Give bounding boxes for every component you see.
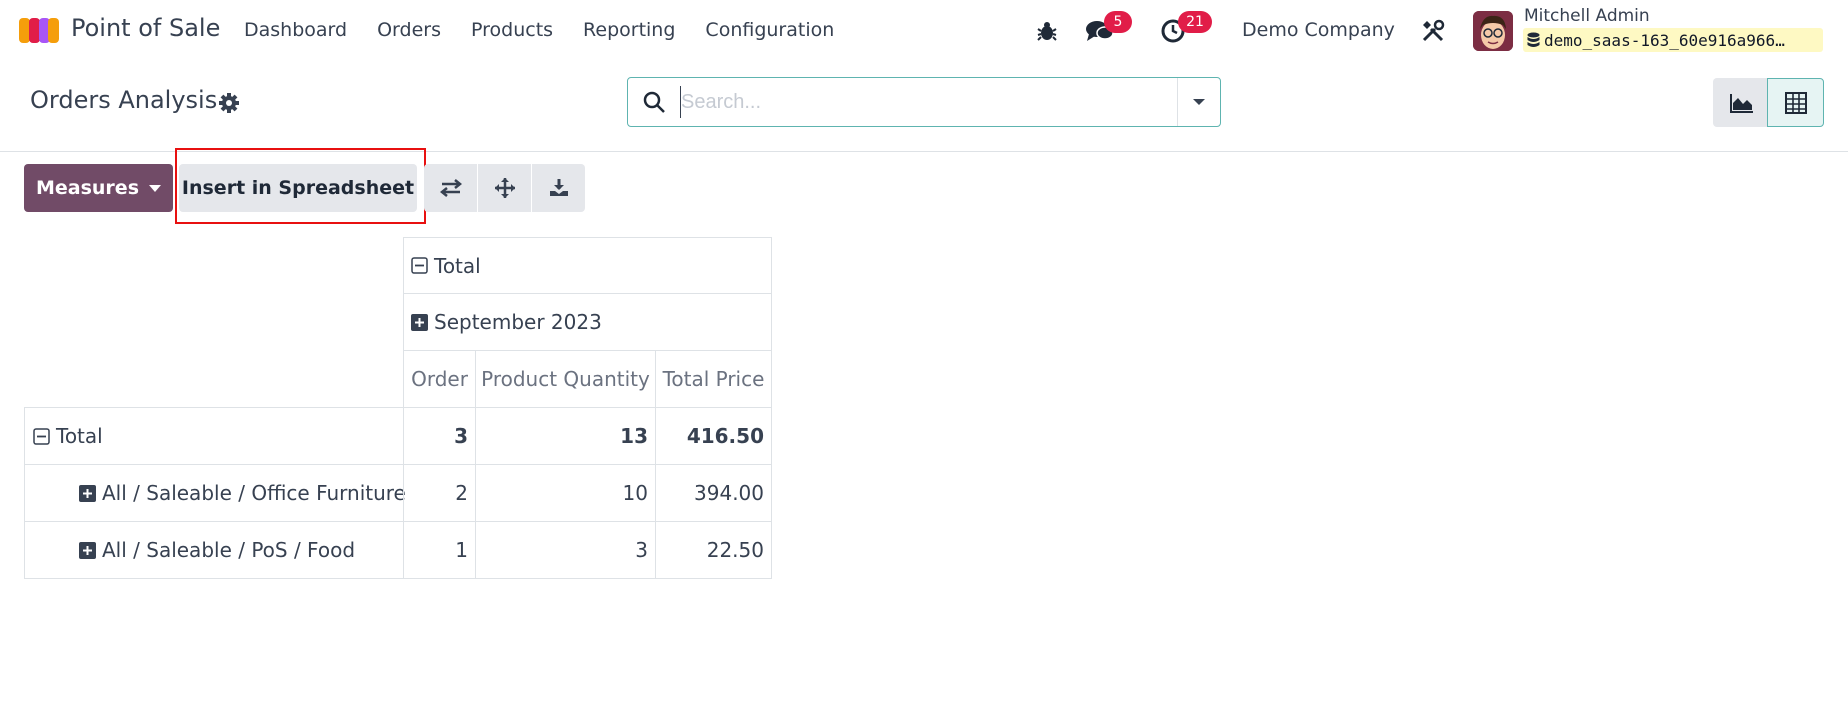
- measures-label: Measures: [35, 177, 139, 199]
- exchange-icon: [439, 179, 462, 197]
- download-button[interactable]: [532, 164, 585, 212]
- col-header-total[interactable]: Total: [403, 237, 772, 294]
- download-icon: [549, 179, 568, 196]
- database-icon: [1527, 32, 1540, 47]
- database-name: demo_saas-163_60e916a966…: [1544, 30, 1785, 50]
- col-header-group-label: September 2023: [434, 310, 602, 334]
- menu-products[interactable]: Products: [471, 19, 553, 41]
- row-label: All / Saleable / PoS / Food: [102, 538, 356, 562]
- menu-dashboard[interactable]: Dashboard: [244, 19, 347, 41]
- main-menu: Dashboard Orders Products Reporting Conf…: [244, 19, 864, 41]
- caret-down-icon: [1193, 99, 1205, 105]
- menu-orders[interactable]: Orders: [377, 19, 441, 41]
- graph-view-button[interactable]: [1713, 78, 1770, 127]
- database-chip: demo_saas-163_60e916a966…: [1523, 28, 1823, 52]
- control-panel: Orders Analysis: [0, 61, 1848, 152]
- table-cell[interactable]: 416.50: [655, 407, 772, 465]
- row-label: All / Saleable / Office Furniture: [102, 481, 406, 505]
- company-switcher[interactable]: Demo Company: [1242, 19, 1395, 41]
- activities-badge: 21: [1178, 11, 1212, 33]
- table-cell[interactable]: 13: [475, 407, 656, 465]
- measure-header-order[interactable]: Order: [403, 350, 476, 408]
- table-cell[interactable]: 1: [403, 521, 476, 579]
- row-header-total[interactable]: Total: [24, 407, 404, 465]
- search-icon: [643, 91, 665, 113]
- page-title: Orders Analysis: [30, 86, 218, 114]
- avatar-face-icon: [1473, 11, 1513, 51]
- table-cell[interactable]: 10: [475, 464, 656, 522]
- messages-badge: 5: [1104, 11, 1132, 33]
- table-cell[interactable]: 394.00: [655, 464, 772, 522]
- expand-all-button[interactable]: [478, 164, 531, 212]
- table-cell[interactable]: 3: [475, 521, 656, 579]
- area-chart-icon: [1729, 93, 1753, 113]
- col-header-september-2023[interactable]: September 2023: [403, 293, 772, 351]
- table-cell[interactable]: 3: [403, 407, 476, 465]
- search-options-toggle[interactable]: [1177, 78, 1220, 126]
- gear-icon[interactable]: [218, 92, 240, 114]
- debug-bug-icon[interactable]: [1036, 20, 1058, 42]
- table-cell[interactable]: 2: [403, 464, 476, 522]
- table-cell[interactable]: 22.50: [655, 521, 772, 579]
- app-name[interactable]: Point of Sale: [71, 14, 220, 42]
- highlight-box: [175, 148, 426, 224]
- search-bar: [627, 77, 1221, 127]
- expand-icon: [79, 484, 96, 502]
- arrows-move-icon: [494, 178, 515, 198]
- expand-icon: [411, 313, 428, 331]
- row-header-pos-food[interactable]: All / Saleable / PoS / Food: [24, 521, 404, 579]
- tools-icon[interactable]: [1421, 19, 1445, 43]
- menu-reporting[interactable]: Reporting: [583, 19, 675, 41]
- flip-axis-button[interactable]: [424, 164, 477, 212]
- top-navbar: Point of Sale Dashboard Orders Products …: [0, 0, 1848, 61]
- collapse-icon: [33, 427, 50, 445]
- caret-down-icon: [149, 184, 161, 192]
- col-header-total-label: Total: [434, 253, 481, 278]
- user-name[interactable]: Mitchell Admin: [1524, 6, 1650, 26]
- measure-header-total-price[interactable]: Total Price: [655, 350, 772, 408]
- pos-app-icon[interactable]: [19, 15, 59, 45]
- collapse-icon: [411, 257, 428, 274]
- search-input[interactable]: [680, 86, 1180, 118]
- expand-icon: [79, 541, 96, 559]
- pivot-view-button[interactable]: [1767, 78, 1824, 127]
- measures-button[interactable]: Measures: [24, 164, 173, 212]
- row-label: Total: [56, 424, 103, 448]
- table-icon: [1784, 91, 1807, 114]
- user-avatar[interactable]: [1473, 11, 1513, 51]
- measure-header-product-quantity[interactable]: Product Quantity: [475, 350, 656, 408]
- row-header-office-furniture[interactable]: All / Saleable / Office Furniture: [24, 464, 406, 522]
- menu-configuration[interactable]: Configuration: [705, 19, 834, 41]
